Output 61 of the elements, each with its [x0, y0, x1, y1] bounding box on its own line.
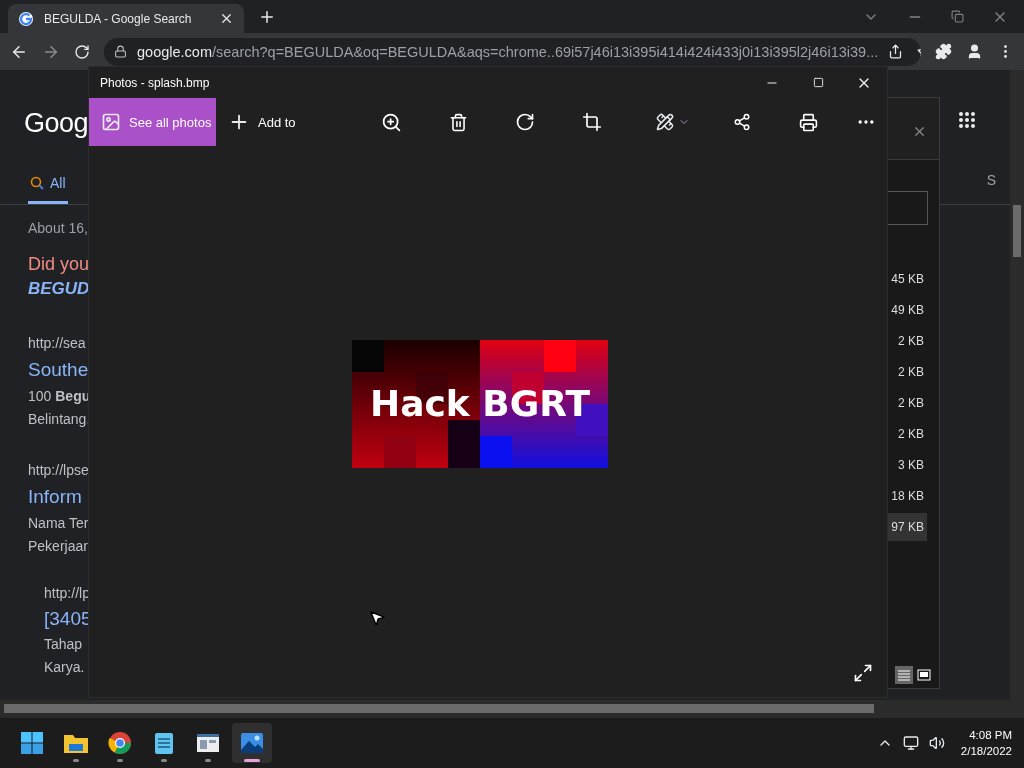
search-icon: [30, 175, 44, 190]
tab-title: BEGULDA - Google Search: [44, 11, 193, 26]
app-window-icon[interactable]: [196, 733, 220, 753]
maximize-icon[interactable]: [812, 77, 824, 88]
result-snippet: 100 Begu: [28, 387, 91, 406]
browser-tab[interactable]: BEGULDA - Google Search: [8, 4, 244, 33]
result-url: http://lp: [44, 584, 90, 603]
clock[interactable]: 4:08 PM 2/18/2022: [960, 727, 1012, 759]
result-snippet: Karya.: [44, 658, 85, 677]
apps-grid-icon[interactable]: [958, 111, 976, 129]
result-url: http://lpse: [28, 461, 89, 480]
add-to-button[interactable]: Add to: [216, 98, 308, 146]
result-snippet: Tahap: [44, 635, 83, 654]
browser-icon[interactable]: [108, 731, 132, 755]
google-logo[interactable]: Goog: [24, 106, 89, 140]
image-icon: [101, 112, 121, 132]
restore-icon[interactable]: [951, 8, 964, 25]
windows-logo-icon[interactable]: [20, 731, 44, 755]
result-snippet: Belintang,: [28, 410, 91, 429]
suggestion-link[interactable]: BEGUD: [28, 276, 90, 302]
share-icon[interactable]: [888, 43, 904, 60]
file-size[interactable]: 2 KB: [888, 327, 927, 355]
search-tab[interactable]: S: [986, 172, 996, 188]
notepad-icon[interactable]: [154, 731, 174, 755]
file-size[interactable]: 2 KB: [888, 358, 927, 386]
thumbnail-view-icon[interactable]: [915, 666, 933, 684]
address-bar[interactable]: google.com/search?q=BEGULDA&oq=BEGULDA&aqs=chrome..69i57j46i13i395i414i424i433j0i13i395l2j46i13i39...: [104, 37, 921, 66]
result-title[interactable]: Southe: [28, 355, 89, 385]
close-icon[interactable]: [219, 11, 234, 26]
result-url: http://sea: [28, 334, 86, 353]
network-icon[interactable]: [902, 735, 919, 751]
volume-icon[interactable]: [928, 735, 945, 751]
result-snippet: Pekerjaan: [28, 537, 92, 556]
mouse-cursor-icon: [368, 609, 386, 627]
splash-text: Hack BGRT: [370, 383, 590, 424]
url-text: google.com/search?q=BEGULDA&oq=BEGULDA&aqs=chrome..69i57j46i13i395i414i424i433j0i13i395l2j46i13i39...: [137, 43, 879, 60]
result-stats: About 16,: [28, 219, 88, 238]
result-snippet: Nama Ter: [28, 514, 89, 533]
folder-icon[interactable]: [63, 732, 89, 754]
see-all-photos-button[interactable]: See all photos: [89, 98, 216, 146]
search-tab[interactable]: All: [28, 164, 68, 204]
vertical-scrollbar[interactable]: [1010, 70, 1024, 700]
puzzle-icon[interactable]: [935, 43, 952, 60]
lock-icon: [114, 45, 127, 58]
file-size[interactable]: 2 KB: [888, 420, 927, 448]
file-size[interactable]: 18 KB: [888, 482, 927, 510]
photos-app-icon[interactable]: [240, 732, 264, 754]
file-size[interactable]: 97 KB: [888, 513, 927, 541]
did-you-mean-text: Did you: [28, 253, 90, 276]
result-title[interactable]: Inform: [28, 482, 82, 512]
window-title: Photos - splash.bmp: [100, 75, 210, 90]
file-size[interactable]: 49 KB: [888, 296, 927, 324]
horizontal-scrollbar[interactable]: [0, 700, 1024, 717]
file-size[interactable]: 3 KB: [888, 451, 927, 479]
google-logo-icon: [18, 10, 34, 27]
file-size[interactable]: 2 KB: [888, 389, 927, 417]
fullscreen-icon[interactable]: [853, 663, 873, 683]
pencil-ruler-icon: [655, 113, 674, 131]
profile-icon[interactable]: [966, 43, 983, 60]
reload-icon[interactable]: [74, 43, 90, 60]
file-size[interactable]: 45 KB: [888, 265, 927, 293]
